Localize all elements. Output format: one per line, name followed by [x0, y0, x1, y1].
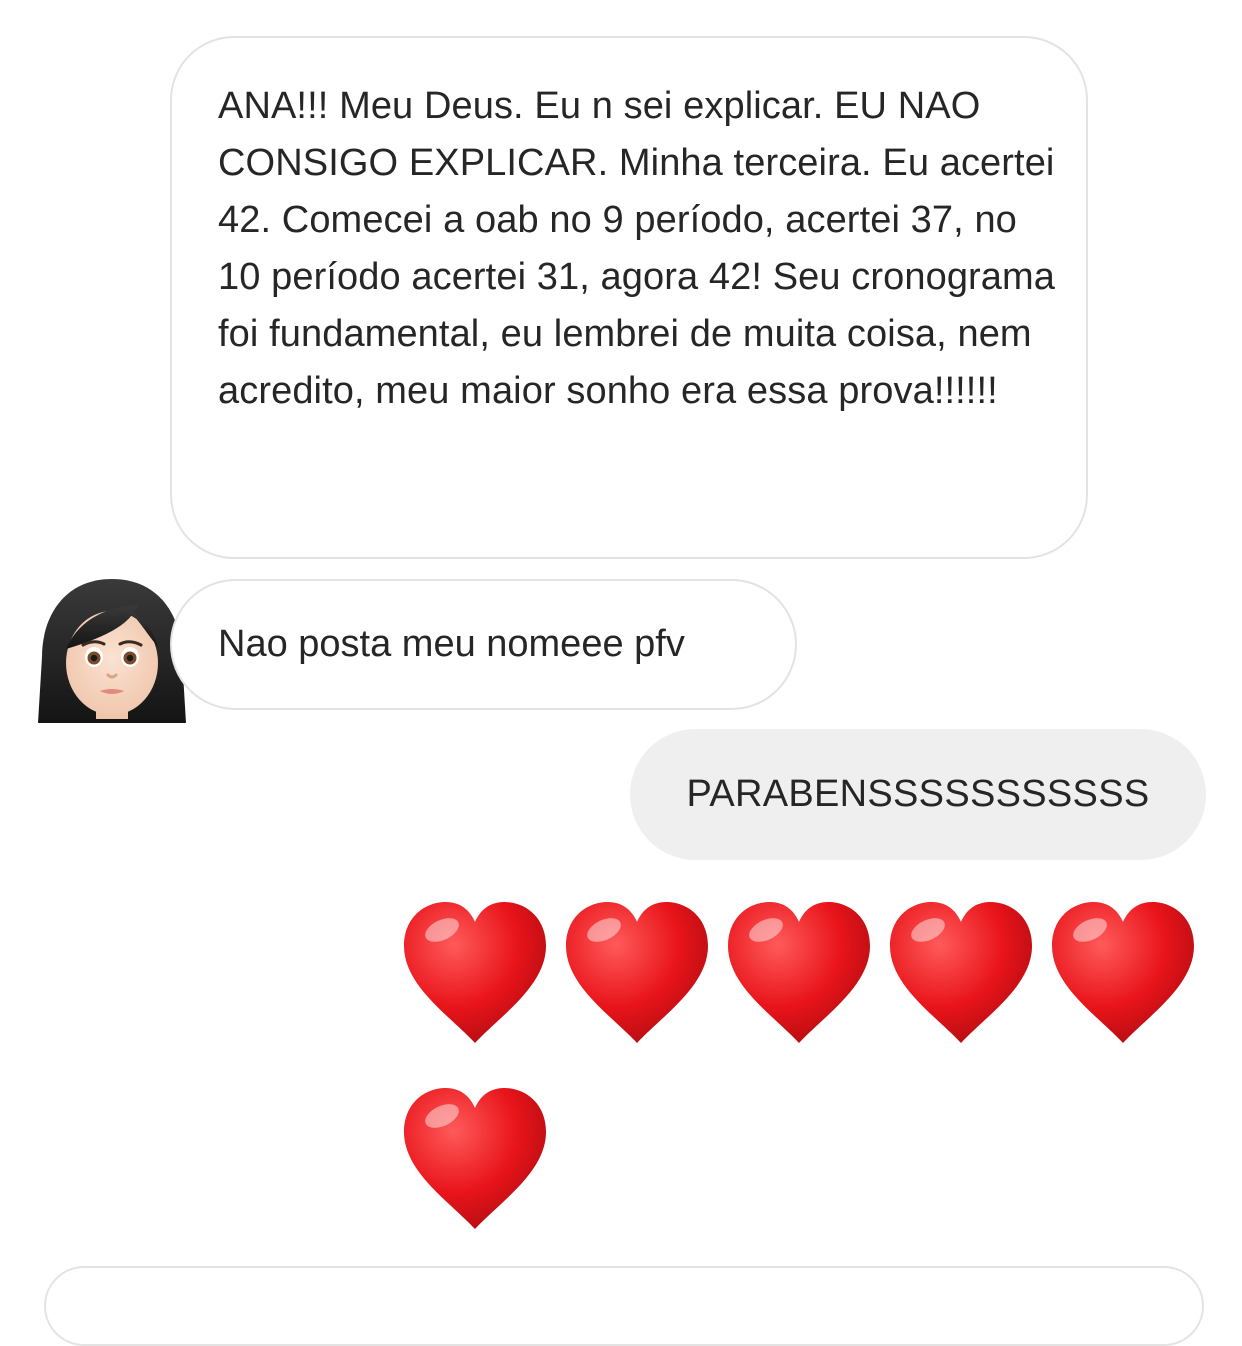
red-heart-icon: [404, 1088, 546, 1229]
red-heart-icon: [404, 902, 546, 1043]
message-text: Nao posta meu nomeee pfv: [218, 623, 685, 665]
message-text: ANA!!! Meu Deus. Eu n sei explicar. EU N…: [218, 85, 1056, 412]
message-input-bar[interactable]: [44, 1266, 1204, 1346]
incoming-message-bubble[interactable]: Nao posta meu nomeee pfv: [170, 579, 797, 710]
incoming-message-bubble[interactable]: ANA!!! Meu Deus. Eu n sei explicar. EU N…: [170, 36, 1088, 559]
red-heart-icon: [728, 902, 870, 1043]
red-heart-icon: [890, 902, 1032, 1043]
red-heart-icon: [1052, 902, 1194, 1043]
red-heart-icon: [566, 902, 708, 1043]
woman-emoji-avatar-icon[interactable]: [34, 577, 190, 729]
message-text: PARABENSSSSSSSSSSS: [686, 773, 1150, 815]
outgoing-message-bubble[interactable]: PARABENSSSSSSSSSSS: [630, 729, 1206, 860]
